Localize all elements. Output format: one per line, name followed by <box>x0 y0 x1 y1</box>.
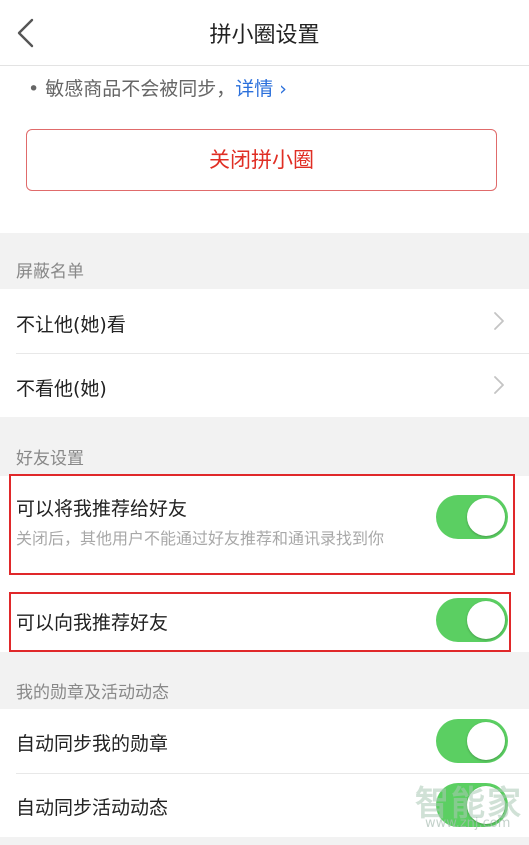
setting-label: 可以将我推荐给好友 <box>16 498 188 520</box>
setting-sync-activity: 自动同步活动动态 <box>0 774 529 837</box>
recommend-me-toggle[interactable] <box>436 495 508 539</box>
setting-recommend-me: 可以将我推荐给好友 关闭后，其他用户不能通过好友推荐和通讯录找到你 <box>0 476 529 576</box>
section-title-friend-settings: 好友设置 <box>16 449 84 469</box>
setting-label: 自动同步我的勋章 <box>16 733 169 755</box>
toggle-knob <box>467 722 505 760</box>
sync-activity-toggle[interactable] <box>436 783 508 827</box>
sync-note: • 敏感商品不会被同步，详情 › <box>28 74 287 101</box>
details-link[interactable]: 详情 › <box>235 78 287 100</box>
section-title-badges: 我的勋章及活动动态 <box>16 683 169 703</box>
toggle-knob <box>467 498 505 536</box>
sync-note-text: • 敏感商品不会被同步， <box>28 78 236 100</box>
toggle-knob <box>467 786 505 824</box>
sync-badges-toggle[interactable] <box>436 719 508 763</box>
chevron-right-icon <box>494 312 504 330</box>
setting-recommend-friends: 可以向我推荐好友 <box>0 594 529 652</box>
setting-label: 自动同步活动动态 <box>16 797 169 819</box>
friend-settings-group: 可以将我推荐给好友 关闭后，其他用户不能通过好友推荐和通讯录找到你 可以向我推荐… <box>0 476 529 652</box>
close-circle-button[interactable]: 关闭拼小圈 <box>26 129 497 191</box>
chevron-right-icon <box>494 376 504 394</box>
setting-sync-badges: 自动同步我的勋章 <box>0 709 529 773</box>
block-list-group: 不让他(她)看 不看他(她) <box>0 289 529 417</box>
recommend-friends-toggle[interactable] <box>436 598 508 642</box>
list-item-label: 不看他(她) <box>16 378 107 400</box>
setting-description: 关闭后，其他用户不能通过好友推荐和通讯录找到你 <box>16 529 385 548</box>
top-block: • 敏感商品不会被同步，详情 › 关闭拼小圈 <box>0 66 529 233</box>
header-bar: 拼小圈设置 <box>0 0 529 66</box>
toggle-knob <box>467 601 505 639</box>
badges-group: 自动同步我的勋章 自动同步活动动态 <box>0 709 529 837</box>
list-item-hide-from[interactable]: 不让他(她)看 <box>0 289 529 353</box>
page-title: 拼小圈设置 <box>209 23 320 48</box>
list-item-label: 不让他(她)看 <box>16 314 126 336</box>
list-item-dont-see[interactable]: 不看他(她) <box>0 354 529 417</box>
setting-label: 可以向我推荐好友 <box>16 612 169 634</box>
section-title-block-list: 屏蔽名单 <box>16 262 84 282</box>
